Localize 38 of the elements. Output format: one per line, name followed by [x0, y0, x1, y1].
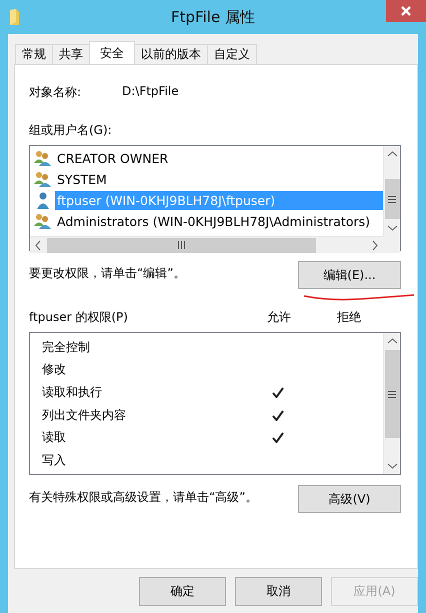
advanced-hint: 有关特殊权限或高级设置，请单击“高级”。 — [29, 489, 258, 506]
grip-icon — [388, 390, 396, 398]
users-icon — [34, 171, 52, 188]
tab[interactable]: 自定义 — [207, 44, 257, 64]
object-name-value: D:\FtpFile — [122, 84, 179, 100]
grip-icon — [178, 241, 185, 249]
window-title: FtpFile 属性 — [170, 8, 256, 26]
permission-name: 写入 — [42, 452, 66, 469]
user-list-item[interactable]: CREATOR OWNER — [55, 149, 383, 168]
users-icon — [34, 150, 52, 167]
folder-icon — [10, 9, 19, 25]
groups-label: 组或用户名(G): — [29, 122, 113, 139]
dialog-button[interactable]: 确定 — [139, 577, 226, 606]
user-list-item[interactable]: Administrators (WIN-0KHJ9BLH78J\Administrators) — [55, 212, 383, 231]
tab[interactable]: 安全 — [89, 41, 135, 64]
tab[interactable]: 常规 — [15, 44, 53, 64]
permission-name: 读取和执行 — [42, 384, 102, 401]
scrollbar-thumb[interactable] — [384, 179, 400, 219]
scrollbar-thumb[interactable] — [384, 350, 400, 438]
permission-name: 列出文件夹内容 — [42, 406, 126, 424]
close-icon — [401, 6, 411, 16]
users-icon — [34, 213, 52, 230]
edit-hint: 要更改权限，请单击“编辑”。 — [29, 265, 186, 282]
column-header: 允许 — [266, 309, 292, 326]
close-button[interactable] — [386, 0, 426, 22]
scrollbar-thumb[interactable] — [47, 238, 316, 252]
permission-name: 读取 — [42, 429, 66, 446]
permissions-label: ftpuser 的权限(P) — [29, 309, 129, 326]
dialog-button[interactable]: 取消 — [235, 577, 322, 606]
grip-icon — [388, 196, 396, 202]
advanced-button[interactable]: 高级(V) — [298, 485, 401, 513]
user-icon — [34, 192, 52, 209]
edit-button[interactable]: 编辑(E)... — [298, 261, 401, 289]
permission-name: 修改 — [42, 361, 66, 378]
user-list-item[interactable]: SYSTEM — [55, 170, 383, 189]
object-name-label: 对象名称: — [29, 84, 82, 100]
column-header: 拒绝 — [336, 309, 362, 326]
permission-name: 完全控制 — [42, 338, 90, 356]
